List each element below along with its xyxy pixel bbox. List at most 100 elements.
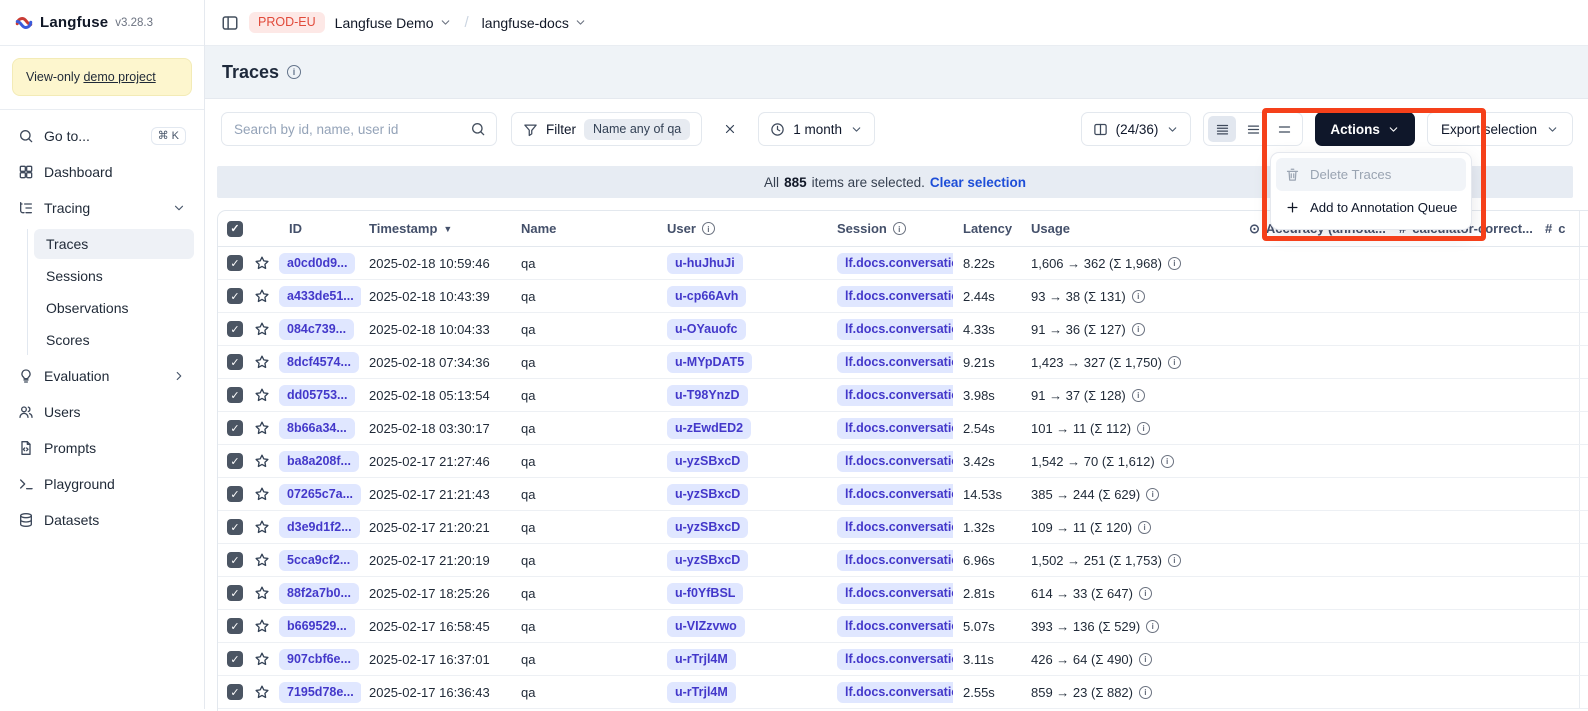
row-checkbox[interactable]: ✓	[227, 387, 243, 403]
info-icon[interactable]: i	[1161, 455, 1174, 468]
favorite-star-icon[interactable]	[254, 255, 270, 271]
table-row[interactable]: ✓ d3e9d1f2... 2025-02-17 21:20:21 qa u-y…	[218, 511, 1588, 544]
column-header-timestamp[interactable]: Timestamp ▼	[361, 221, 511, 236]
trace-id-badge[interactable]: d3e9d1f2...	[279, 517, 360, 538]
info-icon[interactable]: i	[1168, 554, 1181, 567]
info-icon[interactable]: i	[1139, 587, 1152, 600]
goto-search[interactable]: Go to... ⌘ K	[10, 121, 194, 151]
info-icon[interactable]: i	[1139, 686, 1152, 699]
table-row[interactable]: ✓ 88f2a7b0... 2025-02-17 18:25:26 qa u-f…	[218, 577, 1588, 610]
menu-item-delete-traces[interactable]: Delete Traces	[1276, 158, 1466, 191]
clear-filter-button[interactable]	[716, 115, 744, 143]
table-row[interactable]: ✓ b669529... 2025-02-17 16:58:45 qa u-VI…	[218, 610, 1588, 643]
time-range-button[interactable]: 1 month	[758, 112, 875, 146]
row-checkbox[interactable]: ✓	[227, 453, 243, 469]
favorite-star-icon[interactable]	[254, 585, 270, 601]
info-icon[interactable]: i	[1132, 323, 1145, 336]
info-icon[interactable]: i	[1139, 653, 1152, 666]
user-id-badge[interactable]: u-OYauofc	[667, 319, 746, 340]
org-selector[interactable]: Langfuse Demo	[335, 15, 452, 31]
table-row[interactable]: ✓ ba8a208f... 2025-02-17 21:27:46 qa u-y…	[218, 445, 1588, 478]
session-badge[interactable]: lf.docs.conversation...	[837, 550, 953, 571]
info-icon[interactable]: i	[1132, 290, 1145, 303]
sidebar-toggle-icon[interactable]	[221, 14, 239, 32]
table-row[interactable]: ✓ a433de51... 2025-02-18 10:43:39 qa u-c…	[218, 280, 1588, 313]
favorite-star-icon[interactable]	[254, 651, 270, 667]
user-id-badge[interactable]: u-f0YfBSL	[667, 583, 743, 604]
trace-id-badge[interactable]: a433de51...	[279, 286, 361, 307]
session-badge[interactable]: lf.docs.conversation...	[837, 583, 953, 604]
sidebar-item-dashboard[interactable]: Dashboard	[10, 157, 194, 187]
user-id-badge[interactable]: u-VIZzvwo	[667, 616, 745, 637]
favorite-star-icon[interactable]	[254, 387, 270, 403]
info-icon[interactable]: i	[1146, 488, 1159, 501]
row-checkbox[interactable]: ✓	[227, 618, 243, 634]
user-id-badge[interactable]: u-cp66Avh	[667, 286, 746, 307]
session-badge[interactable]: lf.docs.conversation....	[837, 352, 953, 373]
row-checkbox[interactable]: ✓	[227, 486, 243, 502]
user-id-badge[interactable]: u-yzSBxcD	[667, 550, 748, 571]
session-badge[interactable]: lf.docs.conversation...	[837, 253, 953, 274]
trace-id-badge[interactable]: 5cca9cf2...	[279, 550, 358, 571]
info-icon[interactable]: i	[1132, 389, 1145, 402]
sidebar-item-traces[interactable]: Traces	[34, 229, 194, 259]
export-selection-button[interactable]: Export selection	[1427, 112, 1573, 146]
user-id-badge[interactable]: u-MYpDAT5	[667, 352, 752, 373]
row-checkbox[interactable]: ✓	[227, 420, 243, 436]
favorite-star-icon[interactable]	[254, 420, 270, 436]
column-header-truncated[interactable]: # c	[1537, 221, 1579, 236]
row-height-tall-button[interactable]	[1270, 116, 1298, 142]
sidebar-item-prompts[interactable]: Prompts	[10, 433, 194, 463]
favorite-star-icon[interactable]	[254, 552, 270, 568]
info-icon[interactable]: i	[1137, 422, 1150, 435]
session-badge[interactable]: lf.docs.conversation....	[837, 385, 953, 406]
trace-id-badge[interactable]: a0cd0d9...	[279, 253, 355, 274]
sidebar-item-playground[interactable]: Playground	[10, 469, 194, 499]
trace-id-badge[interactable]: 084c739...	[279, 319, 354, 340]
row-checkbox[interactable]: ✓	[227, 519, 243, 535]
user-id-badge[interactable]: u-T98YnzD	[667, 385, 748, 406]
actions-button[interactable]: Actions	[1315, 112, 1415, 146]
row-height-compact-button[interactable]	[1208, 116, 1236, 142]
session-badge[interactable]: lf.docs.conversation....	[837, 682, 953, 703]
sidebar-item-observations[interactable]: Observations	[34, 293, 194, 323]
search-input[interactable]	[221, 112, 497, 146]
column-header-user[interactable]: User i	[659, 221, 829, 236]
session-badge[interactable]: lf.docs.conversation...	[837, 484, 953, 505]
user-id-badge[interactable]: u-yzSBxcD	[667, 484, 748, 505]
favorite-star-icon[interactable]	[254, 519, 270, 535]
favorite-star-icon[interactable]	[254, 288, 270, 304]
user-id-badge[interactable]: u-huJhuJi	[667, 253, 743, 274]
column-header-usage[interactable]: Usage	[1023, 221, 1241, 236]
sidebar-item-scores[interactable]: Scores	[34, 325, 194, 355]
table-row[interactable]: ✓ 084c739... 2025-02-18 10:04:33 qa u-OY…	[218, 313, 1588, 346]
project-selector[interactable]: langfuse-docs	[482, 15, 587, 31]
trace-id-badge[interactable]: b669529...	[279, 616, 355, 637]
row-checkbox[interactable]: ✓	[227, 255, 243, 271]
table-row[interactable]: ✓ 8dcf4574... 2025-02-18 07:34:36 qa u-M…	[218, 346, 1588, 379]
favorite-star-icon[interactable]	[254, 453, 270, 469]
trace-id-badge[interactable]: ba8a208f...	[279, 451, 359, 472]
table-row[interactable]: ✓ 7195d78e... 2025-02-17 16:36:43 qa u-r…	[218, 676, 1588, 709]
user-id-badge[interactable]: u-rTrjl4M	[667, 649, 736, 670]
table-row[interactable]: ✓ 07265c7a... 2025-02-17 21:21:43 qa u-y…	[218, 478, 1588, 511]
session-badge[interactable]: lf.docs.conversation...	[837, 418, 953, 439]
session-badge[interactable]: lf.docs.conversation...	[837, 616, 953, 637]
search-icon[interactable]	[470, 121, 486, 137]
favorite-star-icon[interactable]	[254, 618, 270, 634]
column-header-session[interactable]: Session i	[829, 221, 953, 236]
info-icon[interactable]: i	[1168, 356, 1181, 369]
table-row[interactable]: ✓ dd05753... 2025-02-18 05:13:54 qa u-T9…	[218, 379, 1588, 412]
sidebar-item-evaluation[interactable]: Evaluation	[10, 361, 194, 391]
row-checkbox[interactable]: ✓	[227, 684, 243, 700]
session-badge[interactable]: lf.docs.conversation...	[837, 286, 953, 307]
trace-id-badge[interactable]: 7195d78e...	[279, 682, 361, 703]
table-row[interactable]: ✓ 5cca9cf2... 2025-02-17 21:20:19 qa u-y…	[218, 544, 1588, 577]
trace-id-badge[interactable]: 907cbf6e...	[279, 649, 359, 670]
row-checkbox[interactable]: ✓	[227, 288, 243, 304]
session-badge[interactable]: lf.docs.conversation...	[837, 319, 953, 340]
row-height-medium-button[interactable]	[1239, 116, 1267, 142]
row-checkbox[interactable]: ✓	[227, 321, 243, 337]
favorite-star-icon[interactable]	[254, 486, 270, 502]
row-checkbox[interactable]: ✓	[227, 552, 243, 568]
